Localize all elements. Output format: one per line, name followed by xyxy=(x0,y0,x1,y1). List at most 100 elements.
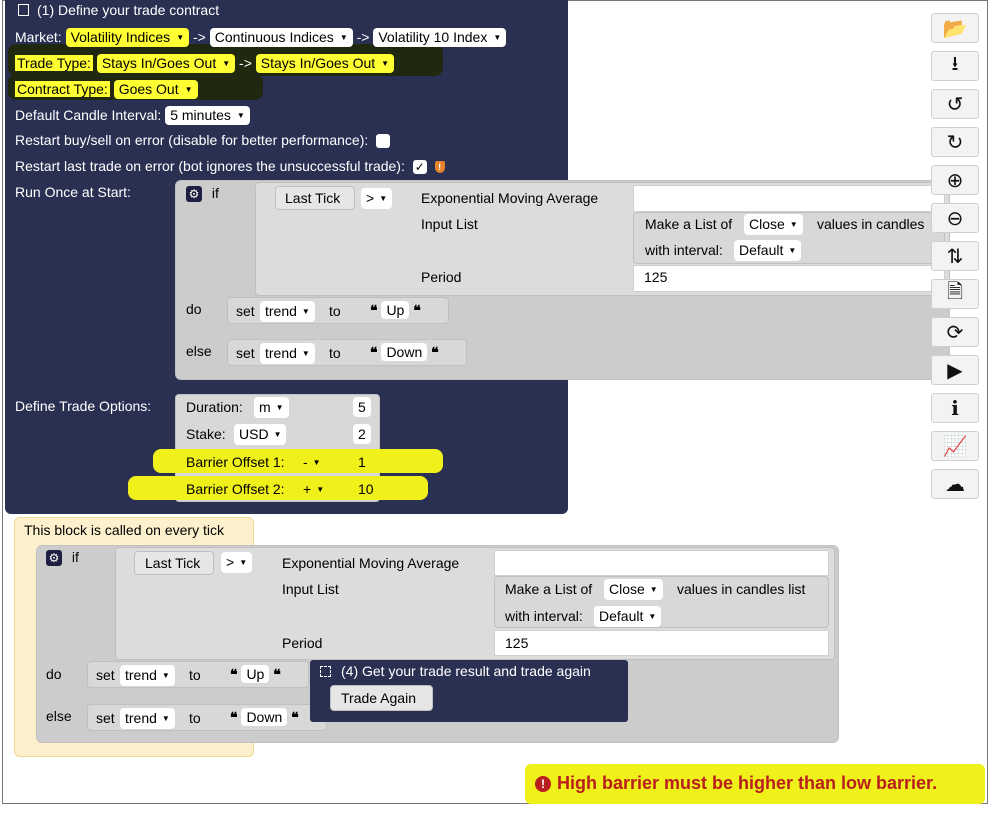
to-label: to xyxy=(329,345,341,361)
barrier2-sign-select[interactable]: + ▼ xyxy=(298,479,330,501)
with-interval-label: with interval: xyxy=(645,242,723,258)
alert-icon: ! xyxy=(535,776,551,792)
variable-select[interactable]: trend ▼ xyxy=(260,343,315,365)
stake-currency-select[interactable]: USD ▼ xyxy=(234,424,287,446)
zoom-in-icon[interactable]: ⊕ xyxy=(931,165,979,195)
period-label: Period xyxy=(282,635,323,651)
compare-operator-select[interactable]: > ▼ xyxy=(361,188,393,210)
input-list-label: Input List xyxy=(421,216,478,232)
barrier2-input[interactable]: 10 xyxy=(353,479,379,499)
ema-header-strip xyxy=(494,550,829,576)
text-up-input[interactable]: Up xyxy=(241,665,270,683)
cloud-icon[interactable]: ☁ xyxy=(931,469,979,499)
interval-select[interactable]: Default ▼ xyxy=(594,606,662,628)
undo-icon[interactable]: ↺ xyxy=(931,89,979,119)
flag-icon xyxy=(320,666,331,677)
ema-label: Exponential Moving Average xyxy=(282,555,460,571)
period-input[interactable]: 125 xyxy=(639,267,673,287)
contract-type-select[interactable]: Goes Out ▼ xyxy=(113,80,198,100)
with-interval-label: with interval: xyxy=(505,608,583,624)
ema-header-strip xyxy=(633,185,945,212)
last-tick-label: Last Tick xyxy=(285,190,341,206)
text-down-block: ❝ Down ❝ xyxy=(230,708,299,726)
run-once-label: Run Once at Start: xyxy=(15,184,131,200)
quote-open-icon: ❝ xyxy=(230,709,238,725)
contract-type-row: Contract Type: Goes Out ▼ xyxy=(15,80,198,100)
text-up-input[interactable]: Up xyxy=(381,301,410,319)
to-label: to xyxy=(189,710,201,726)
sort-icon[interactable]: ⇅ xyxy=(931,241,979,271)
candles-list-label: values in candles list xyxy=(677,581,806,597)
candle-field-select[interactable]: Close ▼ xyxy=(604,579,663,601)
document-icon xyxy=(18,4,29,16)
variable-select[interactable]: trend ▼ xyxy=(260,301,315,323)
gear-icon[interactable]: ⚙ xyxy=(186,186,202,202)
input-list-label: Input List xyxy=(282,581,339,597)
else-label: else xyxy=(186,343,212,359)
period-input[interactable]: 125 xyxy=(500,633,534,653)
restart-last-row: Restart last trade on error (bot ignores… xyxy=(15,158,445,175)
tick-block-title: This block is called on every tick xyxy=(24,522,224,538)
duration-input[interactable]: 5 xyxy=(353,397,371,417)
make-list-label: Make a List of xyxy=(645,216,733,232)
restart-last-checkbox[interactable]: ✓ xyxy=(412,160,427,175)
download-icon[interactable]: ⭳ xyxy=(931,51,979,81)
gear-icon[interactable]: ⚙ xyxy=(46,550,62,566)
do-label: do xyxy=(186,301,202,317)
trade-again-label: Trade Again xyxy=(341,690,416,706)
if-label: ⚙ if xyxy=(46,549,79,566)
info-icon[interactable]: i xyxy=(931,393,979,423)
else-label: else xyxy=(46,708,72,724)
zoom-out-icon[interactable]: ⊖ xyxy=(931,203,979,233)
trade-type-category-select[interactable]: Stays In/Goes Out ▼ xyxy=(96,54,236,74)
variable-select[interactable]: trend ▼ xyxy=(120,708,175,730)
do-label: do xyxy=(46,666,62,682)
text-down-input[interactable]: Down xyxy=(241,708,288,726)
quote-open-icon: ❝ xyxy=(370,344,378,360)
stake-input[interactable]: 2 xyxy=(353,424,371,444)
text-up-block: ❝ Up ❝ xyxy=(370,301,421,319)
refresh-icon[interactable]: ⟳ xyxy=(931,317,979,347)
period-label: Period xyxy=(421,269,462,285)
candle-interval-select[interactable]: 5 minutes ▼ xyxy=(165,106,250,126)
barrier1-label: Barrier Offset 1: xyxy=(186,454,285,470)
stake-label: Stake: xyxy=(186,426,226,442)
file-text-icon[interactable]: 🗎 xyxy=(931,279,979,309)
compare-operator-select[interactable]: > ▼ xyxy=(221,552,253,574)
text-down-block: ❝ Down ❝ xyxy=(370,343,439,361)
folder-open-icon[interactable]: 📂 xyxy=(931,13,979,43)
restart-buysell-checkbox[interactable] xyxy=(376,134,391,149)
chart-line-icon[interactable]: 📈 xyxy=(931,431,979,461)
text-up-block: ❝ Up ❝ xyxy=(230,665,281,683)
quote-close-icon: ❝ xyxy=(413,302,421,318)
define-options-label: Define Trade Options: xyxy=(15,398,152,414)
trade-type-select[interactable]: Stays In/Goes Out ▼ xyxy=(255,54,395,74)
candles-list-label: values in candles xyxy=(817,216,925,232)
trade-type-row: Trade Type: Stays In/Goes Out ▼ -> Stays … xyxy=(15,54,395,74)
quote-close-icon: ❝ xyxy=(273,666,281,682)
variable-select[interactable]: trend ▼ xyxy=(120,665,175,687)
quote-close-icon: ❝ xyxy=(431,344,439,360)
restart-buysell-row: Restart buy/sell on error (disable for b… xyxy=(15,132,391,149)
market-select[interactable]: Volatility Indices ▼ xyxy=(65,28,190,48)
symbol-select[interactable]: Volatility 10 Index ▼ xyxy=(373,28,507,48)
duration-unit-select[interactable]: m ▼ xyxy=(254,397,289,419)
set-label: set xyxy=(236,303,255,319)
set-label: set xyxy=(96,667,115,683)
if-label: ⚙ if xyxy=(186,185,219,202)
redo-icon[interactable]: ↻ xyxy=(931,127,979,157)
set-label: set xyxy=(96,710,115,726)
interval-select[interactable]: Default ▼ xyxy=(734,240,802,262)
barrier2-label: Barrier Offset 2: xyxy=(186,481,285,497)
quote-open-icon: ❝ xyxy=(230,666,238,682)
play-icon[interactable]: ▶ xyxy=(931,355,979,385)
barrier1-input[interactable]: 1 xyxy=(353,452,371,472)
duration-label: Duration: xyxy=(186,399,243,415)
trade-contract-title: (1) Define your trade contract xyxy=(18,2,219,18)
set-label: set xyxy=(236,345,255,361)
text-down-input[interactable]: Down xyxy=(381,343,428,361)
barrier1-sign-select[interactable]: - ▼ xyxy=(298,452,326,474)
submarket-select[interactable]: Continuous Indices ▼ xyxy=(209,28,353,48)
ema-label: Exponential Moving Average xyxy=(421,190,599,206)
candle-field-select[interactable]: Close ▼ xyxy=(744,214,803,236)
